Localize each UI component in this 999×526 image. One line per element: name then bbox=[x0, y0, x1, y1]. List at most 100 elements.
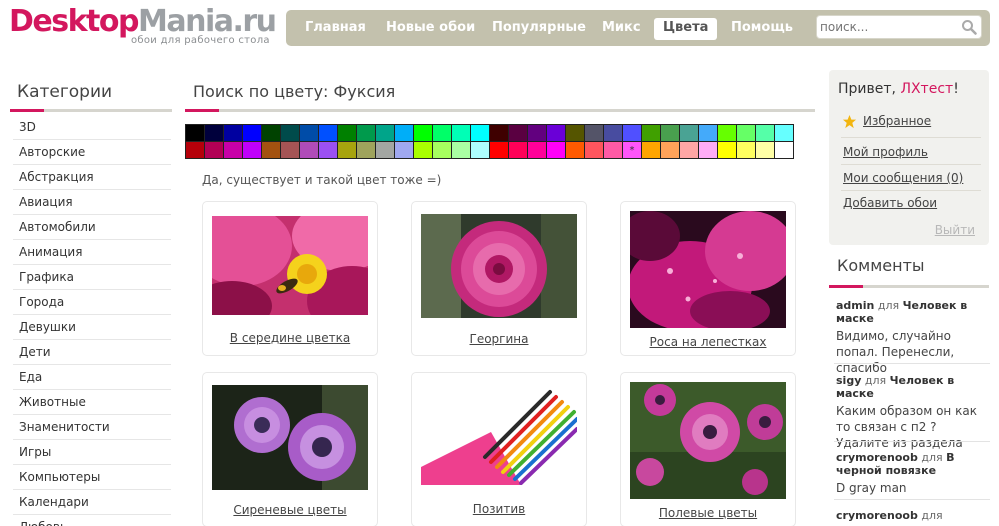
color-swatch[interactable] bbox=[414, 142, 432, 158]
color-swatch[interactable] bbox=[585, 142, 603, 158]
category-item[interactable]: Календари bbox=[13, 490, 171, 515]
color-swatch[interactable] bbox=[680, 125, 698, 141]
color-swatch[interactable] bbox=[186, 142, 204, 158]
category-item[interactable]: 3D bbox=[13, 115, 171, 140]
wallpaper-thumb[interactable] bbox=[421, 387, 577, 485]
category-item[interactable]: Компьютеры bbox=[13, 465, 171, 490]
category-item[interactable]: Авторские bbox=[13, 140, 171, 165]
color-swatch[interactable] bbox=[262, 125, 280, 141]
wallpaper-caption[interactable]: Полевые цветы bbox=[621, 506, 795, 520]
color-swatch[interactable] bbox=[718, 125, 736, 141]
color-swatch[interactable] bbox=[205, 125, 223, 141]
color-swatch[interactable] bbox=[680, 142, 698, 158]
comment-author[interactable]: sigy bbox=[836, 374, 861, 387]
color-swatch[interactable] bbox=[642, 125, 660, 141]
category-item[interactable]: Графика bbox=[13, 265, 171, 290]
nav-new[interactable]: Новые обои bbox=[377, 18, 484, 40]
comment-author[interactable]: admin bbox=[836, 299, 874, 312]
color-swatch[interactable] bbox=[547, 125, 565, 141]
color-swatch[interactable] bbox=[300, 142, 318, 158]
wallpaper-thumb[interactable] bbox=[630, 382, 786, 499]
color-swatch[interactable] bbox=[775, 142, 793, 158]
color-swatch[interactable] bbox=[243, 125, 261, 141]
color-swatch[interactable] bbox=[243, 142, 261, 158]
add-wallpaper-link[interactable]: Добавить обои bbox=[843, 196, 937, 210]
color-swatch[interactable] bbox=[471, 142, 489, 158]
color-swatch[interactable] bbox=[433, 125, 451, 141]
color-swatch[interactable] bbox=[490, 142, 508, 158]
color-swatch[interactable] bbox=[509, 125, 527, 141]
wallpaper-caption[interactable]: Сиреневые цветы bbox=[203, 503, 377, 517]
color-swatch[interactable] bbox=[528, 142, 546, 158]
color-swatch[interactable] bbox=[737, 142, 755, 158]
category-item[interactable]: Животные bbox=[13, 390, 171, 415]
color-swatch[interactable] bbox=[566, 142, 584, 158]
magnifier-icon[interactable] bbox=[961, 19, 977, 35]
wallpaper-caption[interactable]: Георгина bbox=[412, 332, 586, 346]
color-swatch[interactable] bbox=[661, 125, 679, 141]
username[interactable]: ЛХтест bbox=[900, 81, 953, 97]
color-swatch[interactable] bbox=[490, 125, 508, 141]
category-item[interactable]: Авиация bbox=[13, 190, 171, 215]
color-swatch[interactable] bbox=[376, 125, 394, 141]
color-swatch[interactable] bbox=[604, 125, 622, 141]
color-swatch[interactable] bbox=[528, 125, 546, 141]
color-swatch[interactable] bbox=[300, 125, 318, 141]
wallpaper-card[interactable]: Позитив bbox=[411, 372, 587, 526]
color-swatch[interactable] bbox=[452, 142, 470, 158]
wallpaper-card[interactable]: В середине цветка bbox=[202, 201, 378, 356]
wallpaper-card[interactable]: Полевые цветы bbox=[620, 372, 796, 526]
color-swatch[interactable] bbox=[756, 142, 774, 158]
nav-colors[interactable]: Цвета bbox=[654, 18, 718, 40]
color-swatch[interactable] bbox=[338, 125, 356, 141]
wallpaper-caption[interactable]: Роса на лепестках bbox=[621, 335, 795, 349]
color-swatch[interactable] bbox=[357, 125, 375, 141]
color-swatch[interactable] bbox=[585, 125, 603, 141]
color-swatch[interactable] bbox=[319, 125, 337, 141]
color-swatch[interactable] bbox=[205, 142, 223, 158]
color-swatch[interactable]: * bbox=[623, 142, 641, 158]
wallpaper-card[interactable]: Георгина bbox=[411, 201, 587, 356]
color-swatch[interactable] bbox=[623, 125, 641, 141]
wallpaper-card[interactable]: Сиреневые цветы bbox=[202, 372, 378, 526]
wallpaper-thumb[interactable] bbox=[212, 385, 368, 490]
color-swatch[interactable] bbox=[414, 125, 432, 141]
color-swatch[interactable] bbox=[357, 142, 375, 158]
color-swatch[interactable] bbox=[547, 142, 565, 158]
wallpaper-caption[interactable]: В середине цветка bbox=[203, 331, 377, 345]
color-swatch[interactable] bbox=[471, 125, 489, 141]
favorites-link[interactable]: Избранное bbox=[863, 114, 931, 128]
category-item[interactable]: Автомобили bbox=[13, 215, 171, 240]
color-swatch[interactable] bbox=[775, 125, 793, 141]
color-swatch[interactable] bbox=[452, 125, 470, 141]
color-swatch[interactable] bbox=[376, 142, 394, 158]
color-swatch[interactable] bbox=[281, 125, 299, 141]
category-item[interactable]: Города bbox=[13, 290, 171, 315]
color-swatch[interactable] bbox=[224, 125, 242, 141]
color-swatch[interactable] bbox=[699, 142, 717, 158]
color-swatch[interactable] bbox=[319, 142, 337, 158]
nav-help[interactable]: Помощь bbox=[722, 18, 802, 40]
category-item[interactable]: Любовь bbox=[13, 515, 171, 526]
wallpaper-thumb[interactable] bbox=[421, 214, 577, 318]
color-swatch[interactable] bbox=[224, 142, 242, 158]
color-swatch[interactable] bbox=[395, 125, 413, 141]
logout-link[interactable]: Выйти bbox=[935, 223, 975, 237]
color-swatch[interactable] bbox=[186, 125, 204, 141]
category-item[interactable]: Игры bbox=[13, 440, 171, 465]
color-swatch[interactable] bbox=[566, 125, 584, 141]
nav-mix[interactable]: Микс bbox=[593, 18, 650, 40]
search-input[interactable] bbox=[817, 16, 957, 38]
color-swatch[interactable] bbox=[509, 142, 527, 158]
category-item[interactable]: Дети bbox=[13, 340, 171, 365]
category-item[interactable]: Абстракция bbox=[13, 165, 171, 190]
nav-popular[interactable]: Популярные bbox=[483, 18, 595, 40]
wallpaper-thumb[interactable] bbox=[630, 211, 786, 328]
nav-home[interactable]: Главная bbox=[296, 18, 375, 40]
my-messages-link[interactable]: Мои сообщения (0) bbox=[843, 171, 963, 185]
category-item[interactable]: Знаменитости bbox=[13, 415, 171, 440]
wallpaper-caption[interactable]: Позитив bbox=[412, 502, 586, 516]
my-profile-link[interactable]: Мой профиль bbox=[843, 145, 928, 159]
category-item[interactable]: Анимация bbox=[13, 240, 171, 265]
color-swatch[interactable] bbox=[661, 142, 679, 158]
